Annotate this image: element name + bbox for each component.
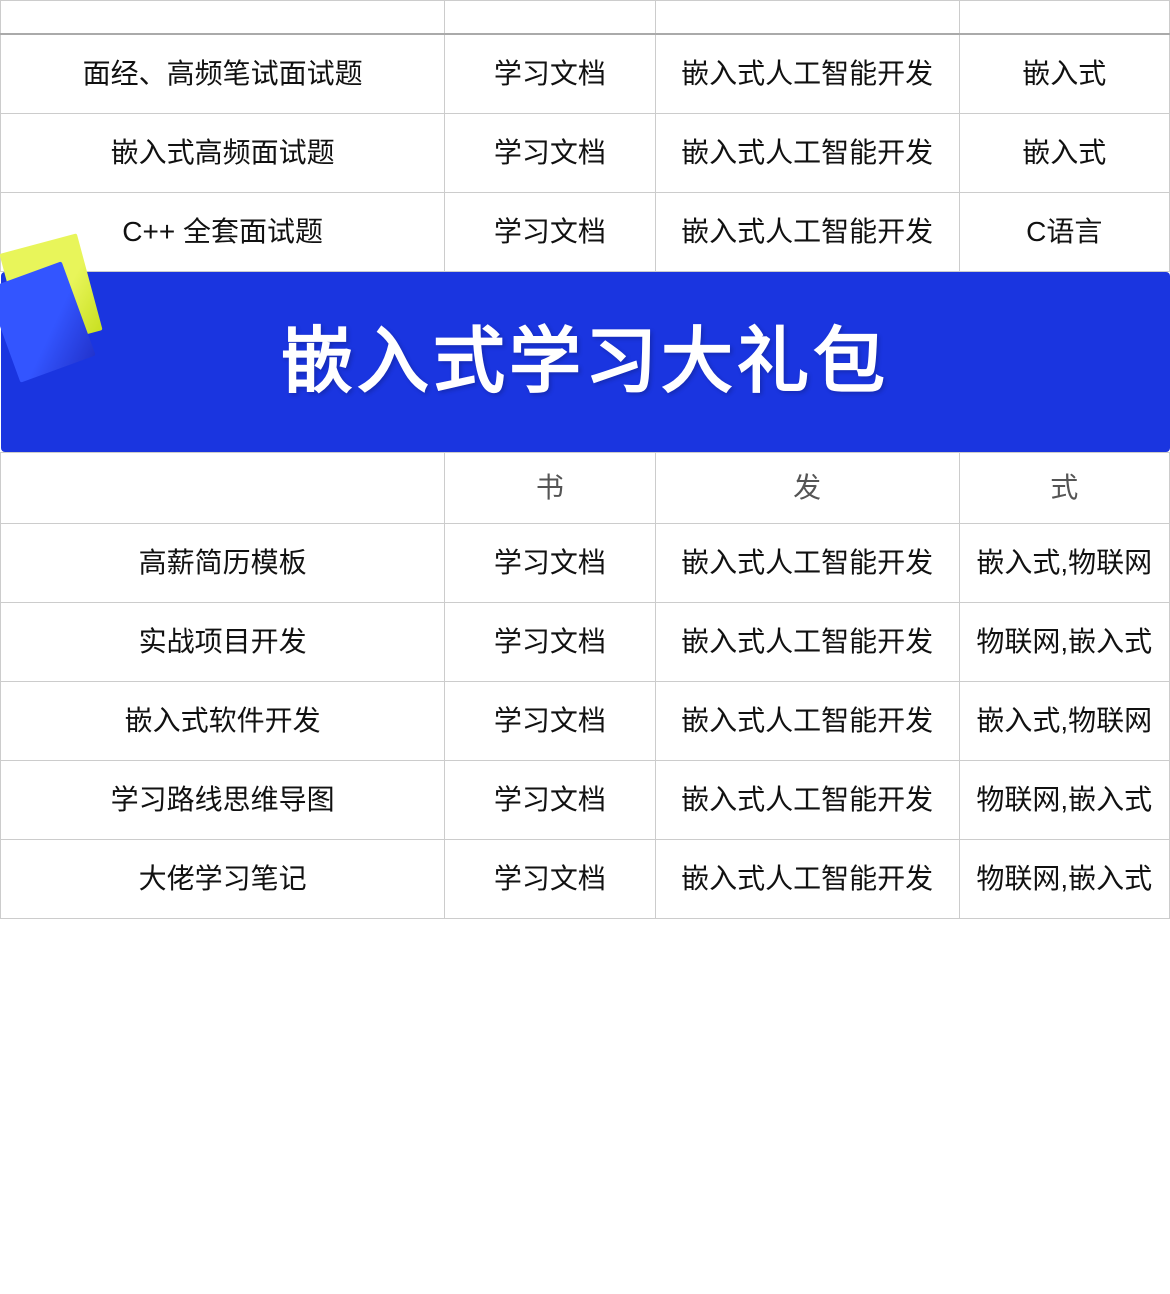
table-row: 嵌入式软件开发 学习文档 嵌入式人工智能开发 嵌入式,物联网 xyxy=(1,682,1170,761)
col-header-title xyxy=(1,1,445,35)
table-row: 嵌入式高频面试题 学习文档 嵌入式人工智能开发 嵌入式 xyxy=(1,114,1170,193)
cell-type: 学习文档 xyxy=(445,524,655,603)
cell-partial-title xyxy=(1,453,445,524)
cell-type: 学习文档 xyxy=(445,193,655,272)
cell-tag: C语言 xyxy=(959,193,1169,272)
partial-visible-row: 书 发 式 xyxy=(1,453,1170,524)
cell-type: 学习文档 xyxy=(445,34,655,114)
banner-row: 嵌入式学习大礼包 xyxy=(1,272,1170,453)
col-header-tag xyxy=(959,1,1169,35)
cell-partial-tag: 式 xyxy=(959,453,1169,524)
cell-tag: 嵌入式,物联网 xyxy=(959,682,1169,761)
cell-major: 嵌入式人工智能开发 xyxy=(655,114,959,193)
cell-major: 嵌入式人工智能开发 xyxy=(655,682,959,761)
cell-tag: 物联网,嵌入式 xyxy=(959,840,1169,919)
cell-tag: 物联网,嵌入式 xyxy=(959,603,1169,682)
cell-tag: 嵌入式,物联网 xyxy=(959,524,1169,603)
main-table-container: 面经、高频笔试面试题 学习文档 嵌入式人工智能开发 嵌入式 嵌入式高频面试题 学… xyxy=(0,0,1170,919)
cell-type: 学习文档 xyxy=(445,682,655,761)
cell-type: 学习文档 xyxy=(445,761,655,840)
cell-type: 学习文档 xyxy=(445,114,655,193)
table-row: 实战项目开发 学习文档 嵌入式人工智能开发 物联网,嵌入式 xyxy=(1,603,1170,682)
cell-title: 嵌入式高频面试题 xyxy=(1,114,445,193)
cell-type: 学习文档 xyxy=(445,603,655,682)
cell-tag: 物联网,嵌入式 xyxy=(959,761,1169,840)
table-row: 大佬学习笔记 学习文档 嵌入式人工智能开发 物联网,嵌入式 xyxy=(1,840,1170,919)
table-row: 高薪简历模板 学习文档 嵌入式人工智能开发 嵌入式,物联网 xyxy=(1,524,1170,603)
table-row: 学习路线思维导图 学习文档 嵌入式人工智能开发 物联网,嵌入式 xyxy=(1,761,1170,840)
col-header-major xyxy=(655,1,959,35)
cell-title: 实战项目开发 xyxy=(1,603,445,682)
cell-partial-major: 发 xyxy=(655,453,959,524)
banner-wrapper: 嵌入式学习大礼包 xyxy=(1,272,1170,452)
cell-title: 嵌入式软件开发 xyxy=(1,682,445,761)
cell-major: 嵌入式人工智能开发 xyxy=(655,603,959,682)
cell-tag: 嵌入式 xyxy=(959,34,1169,114)
cell-major: 嵌入式人工智能开发 xyxy=(655,524,959,603)
cell-partial-type: 书 xyxy=(445,453,655,524)
table-row: 面经、高频笔试面试题 学习文档 嵌入式人工智能开发 嵌入式 xyxy=(1,34,1170,114)
cell-title: 面经、高频笔试面试题 xyxy=(1,34,445,114)
col-header-type xyxy=(445,1,655,35)
resource-table: 面经、高频笔试面试题 学习文档 嵌入式人工智能开发 嵌入式 嵌入式高频面试题 学… xyxy=(0,0,1170,919)
table-row: C++ 全套面试题 学习文档 嵌入式人工智能开发 C语言 xyxy=(1,193,1170,272)
table-header-row xyxy=(1,1,1170,35)
cell-major: 嵌入式人工智能开发 xyxy=(655,840,959,919)
cell-tag: 嵌入式 xyxy=(959,114,1169,193)
cell-title: 高薪简历模板 xyxy=(1,524,445,603)
banner-title: 嵌入式学习大礼包 xyxy=(1,272,1170,452)
cell-major: 嵌入式人工智能开发 xyxy=(655,761,959,840)
banner-cell: 嵌入式学习大礼包 xyxy=(1,272,1170,453)
cell-major: 嵌入式人工智能开发 xyxy=(655,34,959,114)
cell-title: 大佬学习笔记 xyxy=(1,840,445,919)
cell-type: 学习文档 xyxy=(445,840,655,919)
cell-major: 嵌入式人工智能开发 xyxy=(655,193,959,272)
cell-title: 学习路线思维导图 xyxy=(1,761,445,840)
